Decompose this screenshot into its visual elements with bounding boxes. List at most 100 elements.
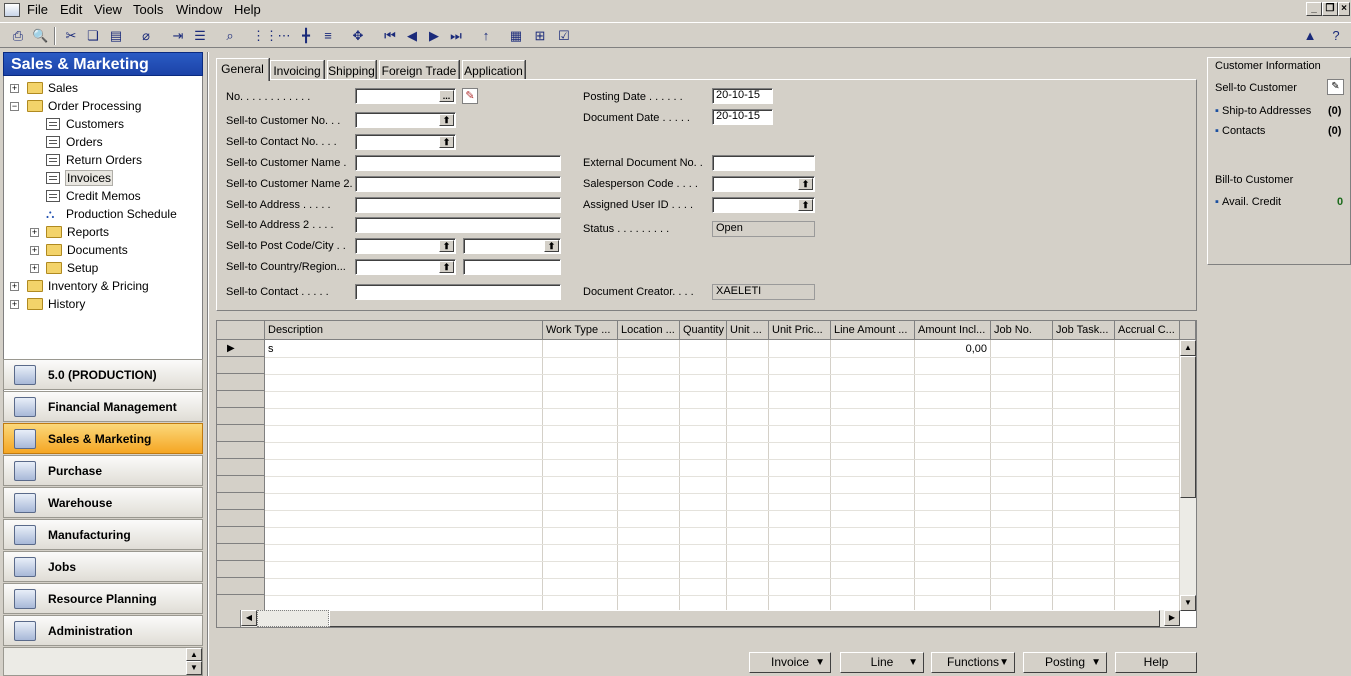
invoice-menu-button[interactable]: Invoice ▼: [749, 652, 831, 673]
field-filter-icon[interactable]: ⇥: [170, 28, 186, 44]
line-menu-button[interactable]: Line ▼: [840, 652, 924, 673]
checklist-icon[interactable]: ☑: [556, 28, 572, 44]
menu-help[interactable]: Help: [234, 2, 261, 17]
column-header-job-no[interactable]: Job No.: [991, 321, 1053, 340]
pane-divider[interactable]: [207, 52, 209, 676]
paste-icon[interactable]: ▤: [108, 28, 124, 44]
row-selector[interactable]: [217, 425, 265, 442]
expand-icon[interactable]: +: [10, 84, 19, 93]
sell-to-contact-no-field[interactable]: ⬆: [355, 134, 456, 150]
edit-customer-icon[interactable]: ✎: [1327, 79, 1344, 95]
salesperson-code-field[interactable]: ⬆: [712, 176, 815, 192]
nav-button-jobs[interactable]: Jobs: [3, 551, 203, 582]
minimize-icon[interactable]: _: [1306, 2, 1322, 16]
scroll-right-icon[interactable]: ▶: [1164, 610, 1180, 626]
sell-to-address-field[interactable]: [355, 197, 561, 213]
tab-foreign-trade[interactable]: Foreign Trade: [379, 60, 459, 80]
excel-icon[interactable]: ⊞: [532, 28, 548, 44]
help-icon[interactable]: ?: [1328, 28, 1344, 44]
row-selector[interactable]: [217, 442, 265, 459]
lookup-arrow-icon[interactable]: ⬆: [439, 114, 454, 126]
nav-button-resource-planning[interactable]: Resource Planning: [3, 583, 203, 614]
scroll-up-icon[interactable]: ▲: [1180, 340, 1196, 356]
lines-icon[interactable]: ≡: [320, 28, 336, 44]
column-header-description[interactable]: Description: [265, 321, 543, 340]
up-icon[interactable]: ↑: [478, 28, 494, 44]
column-header-amount-incl[interactable]: Amount Incl...: [915, 321, 991, 340]
scroll-thumb[interactable]: [1180, 356, 1196, 498]
nav-button-purchase[interactable]: Purchase: [3, 455, 203, 486]
column-header-unit[interactable]: Unit ...: [727, 321, 769, 340]
row-selector[interactable]: [217, 459, 265, 476]
row-selector[interactable]: [217, 357, 265, 374]
copy-icon[interactable]: ❏: [85, 28, 101, 44]
menu-tools[interactable]: Tools: [133, 2, 163, 17]
grid-vertical-scrollbar[interactable]: ▲ ▼: [1179, 340, 1196, 611]
first-record-icon[interactable]: ⏮: [382, 28, 398, 44]
sell-to-customer-name-field[interactable]: [355, 155, 561, 171]
row-selector[interactable]: [217, 391, 265, 408]
grid-horizontal-scrollbar[interactable]: ◀ ▶: [241, 610, 1180, 627]
column-header-quantity[interactable]: Quantity: [680, 321, 727, 340]
row-selector[interactable]: [217, 476, 265, 493]
column-header-work-type[interactable]: Work Type ...: [543, 321, 618, 340]
lookup-arrow-icon[interactable]: ⬆: [544, 240, 559, 252]
column-header-line-amount[interactable]: Line Amount ...: [831, 321, 915, 340]
assigned-user-id-field[interactable]: ⬆: [712, 197, 815, 213]
assist-edit-icon[interactable]: ...: [439, 90, 454, 102]
collapse-icon[interactable]: −: [10, 102, 19, 111]
scroll-left-icon[interactable]: ◀: [241, 610, 257, 626]
column-header-accrual[interactable]: Accrual C...: [1115, 321, 1180, 340]
previous-record-icon[interactable]: ◀: [404, 28, 420, 44]
tab-shipping[interactable]: Shipping: [327, 60, 376, 80]
column-header-unit-price[interactable]: Unit Pric...: [769, 321, 831, 340]
row-selector[interactable]: [217, 374, 265, 391]
functions-menu-button[interactable]: Functions ▼: [931, 652, 1015, 673]
column-header-job-task[interactable]: Job Task...: [1053, 321, 1115, 340]
lookup-arrow-icon[interactable]: ⬆: [798, 199, 813, 211]
table-icon[interactable]: ⋯: [276, 28, 292, 44]
row-selector[interactable]: [217, 340, 265, 357]
nav-button-administration[interactable]: Administration: [3, 615, 203, 646]
document-date-field[interactable]: 20-10-15: [712, 109, 773, 125]
table-filter-icon[interactable]: ☰: [192, 28, 208, 44]
row-selector[interactable]: [217, 544, 265, 561]
word-icon[interactable]: ▦: [508, 28, 524, 44]
lookup-arrow-icon[interactable]: ⬆: [798, 178, 813, 190]
ship-to-addresses-link[interactable]: Ship-to Addresses: [1222, 105, 1311, 117]
column-header-location[interactable]: Location ...: [618, 321, 680, 340]
list-icon[interactable]: ⋮⋮: [252, 28, 278, 44]
row-selector[interactable]: [217, 510, 265, 527]
align-icon[interactable]: ✥: [350, 28, 366, 44]
scroll-down-icon[interactable]: ▼: [1180, 595, 1196, 611]
nav-button-manufacturing[interactable]: Manufacturing: [3, 519, 203, 550]
help-button[interactable]: Help: [1115, 652, 1197, 673]
row-selector[interactable]: [217, 493, 265, 510]
scroll-up-icon[interactable]: ▲: [186, 648, 202, 661]
find-icon[interactable]: ⌕: [222, 28, 238, 44]
sell-to-post-code-field[interactable]: ⬆: [355, 238, 456, 254]
close-icon[interactable]: ×: [1338, 2, 1350, 16]
nav-button-warehouse[interactable]: Warehouse: [3, 487, 203, 518]
next-record-icon[interactable]: ▶: [426, 28, 442, 44]
expand-icon[interactable]: +: [30, 228, 39, 237]
attach-icon[interactable]: ⌀: [138, 28, 154, 44]
sell-to-customer-name-2-field[interactable]: [355, 176, 561, 192]
expand-icon[interactable]: +: [30, 264, 39, 273]
print-icon[interactable]: ⎙: [10, 28, 26, 44]
app-icon[interactable]: [4, 3, 20, 17]
chart-icon[interactable]: ▲: [1302, 28, 1318, 44]
scroll-down-icon[interactable]: ▼: [186, 661, 202, 675]
nav-button-sales-marketing[interactable]: Sales & Marketing: [3, 423, 203, 454]
posting-date-field[interactable]: 20-10-15: [712, 88, 773, 104]
row-selector[interactable]: [217, 561, 265, 578]
flowfilter-icon[interactable]: ╋: [298, 28, 314, 44]
nav-button-financial-management[interactable]: Financial Management: [3, 391, 203, 422]
expand-icon[interactable]: +: [30, 246, 39, 255]
sell-to-customer-no-field[interactable]: ⬆: [355, 112, 456, 128]
last-record-icon[interactable]: ⏭: [448, 28, 464, 44]
contacts-link[interactable]: Contacts: [1222, 125, 1265, 137]
sell-to-county-field[interactable]: [463, 259, 561, 275]
cell-amount-incl[interactable]: 0,00: [917, 341, 987, 357]
menu-window[interactable]: Window: [176, 2, 222, 17]
